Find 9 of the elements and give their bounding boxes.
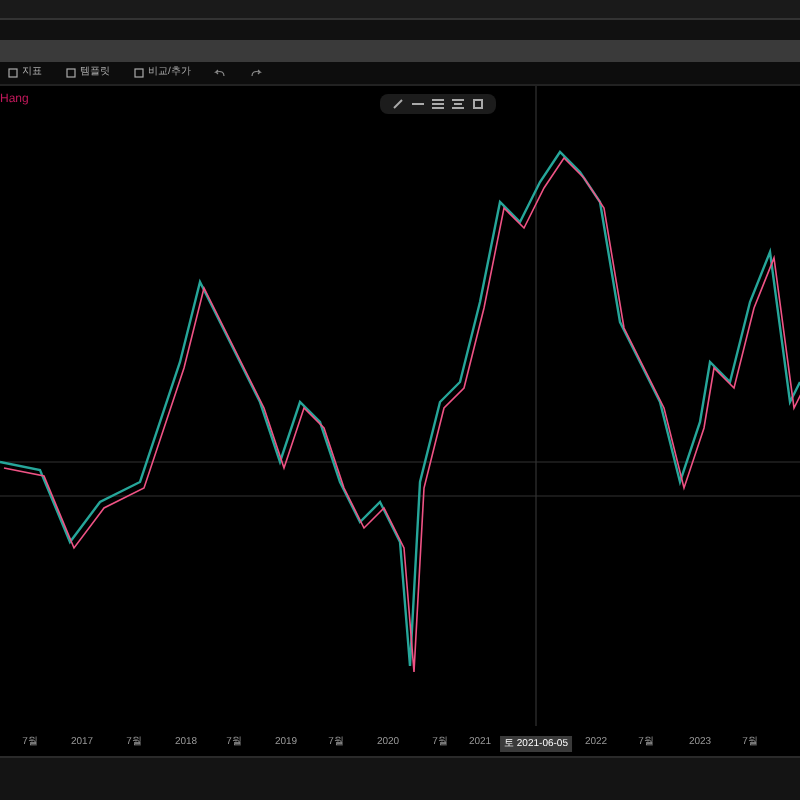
square-icon (8, 68, 18, 78)
square-icon (134, 68, 144, 78)
line-tool-icon[interactable] (392, 98, 404, 110)
redo-button[interactable] (250, 68, 263, 78)
horizontal-line-icon[interactable] (412, 98, 424, 110)
rectangle-icon[interactable] (472, 98, 484, 110)
parallel-lines-icon[interactable] (432, 98, 444, 110)
undo-button[interactable] (214, 68, 227, 78)
square-icon (66, 68, 76, 78)
